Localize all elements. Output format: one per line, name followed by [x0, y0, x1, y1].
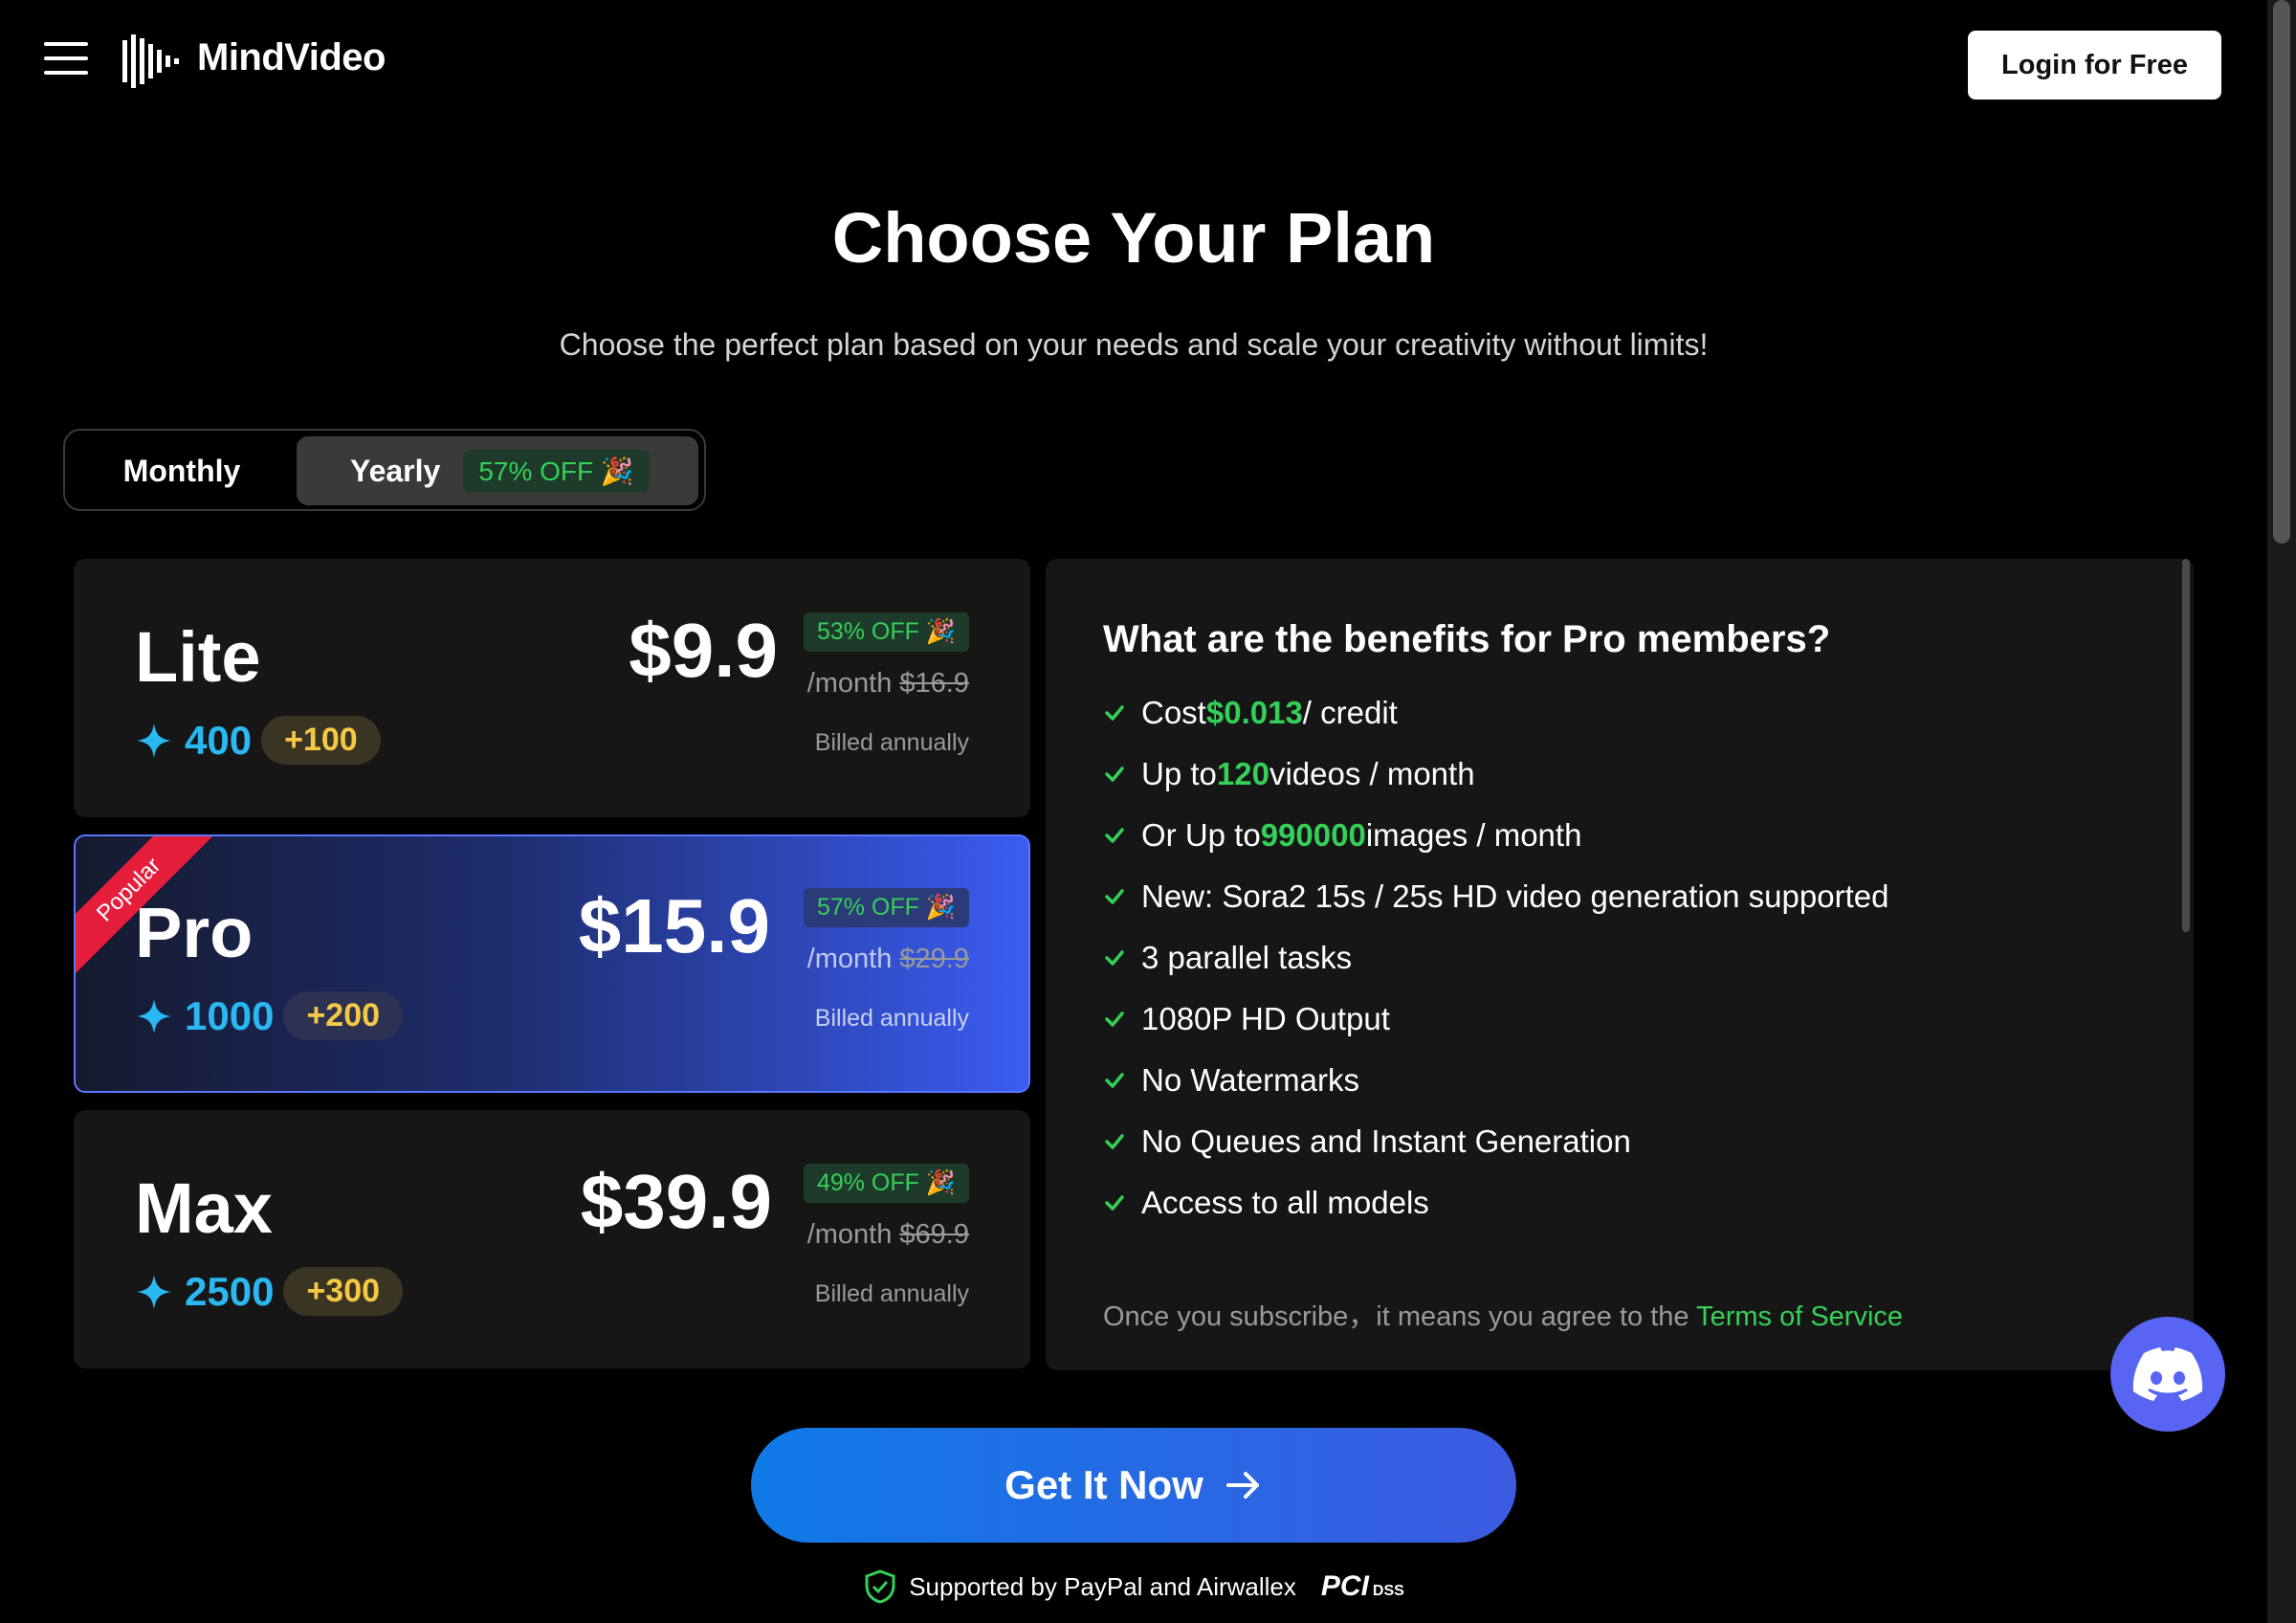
plan-card-pro[interactable]: Popular Pro 1000 +200 $15.9 57% OFF 🎉 /m… — [74, 834, 1030, 1093]
benefits-title: What are the benefits for Pro members? — [1103, 618, 1831, 660]
benefit-text-suffix: / credit — [1302, 695, 1398, 730]
check-icon — [1105, 1195, 1124, 1211]
benefit-text: Cost — [1141, 695, 1206, 730]
plan-credits: 400 +100 — [135, 716, 381, 765]
benefit-text: No Watermarks — [1141, 1062, 1359, 1098]
page-scrollbar-thumb[interactable] — [2273, 0, 2290, 544]
billing-note: Billed annually — [814, 1280, 969, 1307]
benefit-text: New: Sora2 15s / 25s HD video generation… — [1141, 878, 1889, 914]
benefit-text-suffix: videos / month — [1269, 756, 1475, 791]
payment-support: Supported by PayPal and Airwallex PCI DSS — [0, 1569, 2267, 1604]
benefits-list: Cost $0.013 / credit Up to 120 videos / m… — [1103, 695, 2175, 1213]
check-icon — [1105, 705, 1124, 721]
menu-icon[interactable] — [44, 42, 88, 78]
price-per-month: /month $16.9 — [807, 668, 969, 700]
bonus-credits-badge: +200 — [283, 991, 404, 1040]
terms-text: Once you subscribe，it means you agree to… — [1103, 1301, 1697, 1332]
plan-price: $9.9 — [629, 608, 778, 693]
plan-name: Lite — [135, 617, 261, 697]
plan-name: Pro — [135, 893, 254, 972]
plan-price: $15.9 — [578, 883, 770, 968]
check-icon — [1105, 1134, 1124, 1149]
credits-amount: 1000 — [185, 992, 275, 1038]
benefit-item: No Watermarks — [1103, 1062, 1359, 1099]
credits-amount: 400 — [185, 717, 253, 763]
terms-of-service-link[interactable]: Terms of Service — [1696, 1301, 1903, 1332]
support-text: Supported by PayPal and Airwallex — [909, 1571, 1296, 1601]
sparkle-icon — [137, 723, 171, 758]
benefit-text: Up to — [1141, 756, 1217, 791]
original-price: $69.9 — [899, 1219, 969, 1250]
billing-note: Billed annually — [814, 1005, 969, 1032]
benefit-item: New: Sora2 15s / 25s HD video generation… — [1103, 878, 1888, 915]
benefit-item: Up to 120 videos / month — [1103, 756, 1475, 792]
benefits-panel: What are the benefits for Pro members? C… — [1046, 559, 2194, 1370]
check-icon — [1105, 1012, 1124, 1027]
sparkle-icon — [137, 1274, 171, 1309]
page-title: Choose Your Plan — [831, 198, 1436, 278]
plan-price: $39.9 — [580, 1159, 772, 1244]
dss-text: DSS — [1372, 1583, 1404, 1599]
pci-dss-logo: PCI DSS — [1321, 1570, 1404, 1603]
shield-check-icon — [865, 1569, 895, 1604]
benefit-text: 1080P HD Output — [1141, 1001, 1390, 1036]
benefit-text: 3 parallel tasks — [1141, 940, 1353, 975]
per-month-label: /month — [806, 668, 893, 699]
original-price: $29.9 — [899, 944, 969, 974]
discount-badge: 49% OFF 🎉 — [803, 1164, 969, 1203]
page-subtitle: Choose the perfect plan based on your ne… — [559, 327, 1709, 362]
plan-credits: 1000 +200 — [135, 991, 404, 1040]
per-month-label: /month — [806, 944, 893, 974]
benefit-item: Cost $0.013 / credit — [1103, 695, 1398, 731]
benefit-highlight: 990000 — [1260, 817, 1366, 853]
per-month-label: /month — [806, 1219, 893, 1250]
logo-icon — [122, 34, 179, 88]
benefit-item: 1080P HD Output — [1103, 1001, 1390, 1037]
price-per-month: /month $29.9 — [807, 944, 969, 975]
check-icon — [1105, 767, 1124, 782]
tab-yearly-label: Yearly — [350, 453, 441, 488]
plan-credits: 2500 +300 — [135, 1267, 404, 1316]
plan-name: Max — [135, 1168, 273, 1248]
billing-note: Billed annually — [814, 729, 969, 756]
sparkle-icon — [137, 998, 171, 1034]
benefit-text: Or Up to — [1141, 817, 1261, 853]
yearly-discount-badge: 57% OFF 🎉 — [463, 449, 650, 493]
price-per-month: /month $69.9 — [807, 1219, 969, 1251]
arrow-right-icon — [1225, 1472, 1259, 1499]
terms-note: Once you subscribe，it means you agree to… — [1103, 1294, 1903, 1334]
pci-text: PCI — [1320, 1570, 1369, 1602]
check-icon — [1105, 1073, 1124, 1088]
check-icon — [1105, 950, 1124, 966]
bonus-credits-badge: +100 — [261, 716, 381, 765]
plan-card-max[interactable]: Max 2500 +300 $39.9 49% OFF 🎉 /month $69… — [74, 1110, 1030, 1368]
original-price: $16.9 — [899, 668, 969, 699]
login-button[interactable]: Login for Free — [1968, 31, 2221, 100]
tab-monthly[interactable]: Monthly — [77, 436, 287, 505]
credits-amount: 2500 — [185, 1268, 275, 1314]
get-it-now-button[interactable]: Get It Now — [751, 1428, 1516, 1543]
benefit-item: 3 parallel tasks — [1103, 940, 1352, 976]
discount-badge: 53% OFF 🎉 — [803, 612, 969, 652]
discount-badge: 57% OFF 🎉 — [803, 888, 969, 927]
benefit-text: Access to all models — [1141, 1185, 1429, 1213]
discord-button[interactable] — [2110, 1317, 2225, 1432]
benefit-text-suffix: images / month — [1365, 817, 1582, 853]
benefits-scrollbar[interactable] — [2182, 559, 2190, 932]
bonus-credits-badge: +300 — [283, 1267, 404, 1316]
discord-icon — [2132, 1347, 2203, 1401]
benefit-item: Access to all models — [1103, 1185, 1429, 1213]
plan-card-lite[interactable]: Lite 400 +100 $9.9 53% OFF 🎉 /month $16.… — [74, 559, 1030, 817]
brand-name[interactable]: MindVideo — [197, 36, 386, 79]
benefit-highlight: 120 — [1216, 756, 1269, 791]
check-icon — [1105, 889, 1124, 904]
cta-label: Get It Now — [1004, 1462, 1203, 1507]
benefit-item: No Queues and Instant Generation — [1103, 1123, 1631, 1160]
tab-yearly[interactable]: Yearly 57% OFF 🎉 — [297, 436, 698, 505]
benefit-item: Or Up to 990000 images / month — [1103, 817, 1581, 854]
benefit-highlight: $0.013 — [1205, 695, 1303, 730]
check-icon — [1105, 828, 1124, 843]
benefit-text: No Queues and Instant Generation — [1141, 1123, 1631, 1159]
